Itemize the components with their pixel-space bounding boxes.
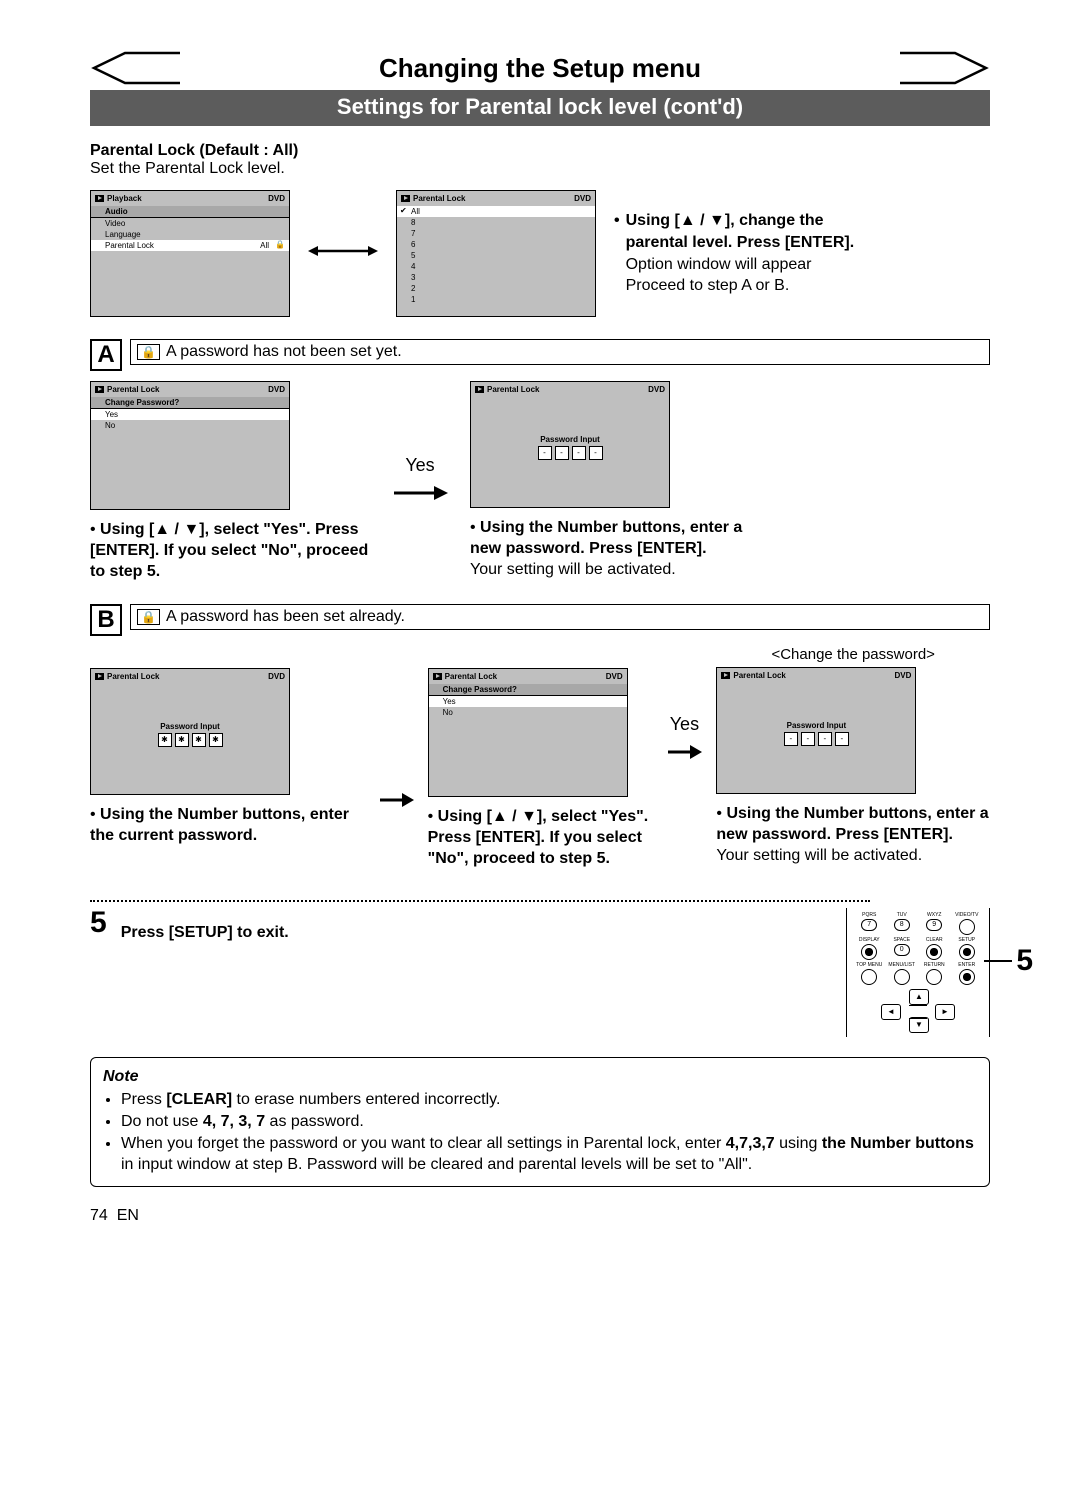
- play-icon: [95, 195, 104, 202]
- yes-label: Yes: [388, 455, 452, 476]
- play-icon: [475, 386, 484, 393]
- lock-icon: 🔒: [275, 240, 285, 249]
- osd-item: 2: [397, 283, 595, 294]
- arrow-right-icon: [374, 781, 418, 815]
- section-subtext: Set the Parental Lock level.: [90, 160, 990, 178]
- instruction-a-right: • Using the Number buttons, enter a new …: [470, 518, 750, 580]
- remote-button: [894, 969, 910, 985]
- remote-button: 8: [894, 919, 910, 931]
- page-footer: 74 EN: [90, 1207, 990, 1225]
- arrow-right-icon: [388, 474, 452, 508]
- letter-box-a: A: [90, 339, 122, 371]
- osd-item: No: [91, 420, 289, 431]
- instruction-a-left: • Using [▲ / ▼], select "Yes". Press [EN…: [90, 520, 370, 582]
- password-input-label: Password Input: [471, 435, 669, 444]
- arrow-right-icon: [662, 733, 706, 767]
- osd-item-selected: ✔All: [397, 206, 595, 217]
- remote-button: [926, 969, 942, 985]
- section-heading: Parental Lock (Default : All): [90, 142, 990, 160]
- osd-item: 3: [397, 272, 595, 283]
- banner-deco-right-icon: [900, 50, 990, 86]
- note-item: Do not use 4, 7, 3, 7 as password.: [121, 1111, 977, 1133]
- lock-icon: 🔒: [137, 344, 160, 360]
- osd-playback: Playback DVD Audio Video Language Parent…: [90, 190, 290, 317]
- osd-password-input: Parental Lock DVD Password Input - - - -: [470, 381, 670, 508]
- osd-password-input: Parental Lock DVD Password Input ✱ ✱ ✱ ✱: [90, 668, 290, 795]
- check-icon: ✔: [400, 206, 407, 215]
- play-icon: [721, 672, 730, 679]
- page-subtitle: Settings for Parental lock level (cont'd…: [90, 90, 990, 126]
- lead-line-icon: 5: [984, 946, 1033, 976]
- osd-title: Playback: [107, 194, 142, 203]
- letter-box-b: B: [90, 604, 122, 636]
- scenario-b-header: B 🔒 A password has been set already.: [90, 604, 990, 636]
- osd-item: Audio: [91, 206, 289, 218]
- yes-label: Yes: [662, 714, 706, 735]
- osd-item: 6: [397, 239, 595, 250]
- side-instruction: • Using [▲ / ▼], change the parental lev…: [614, 210, 874, 296]
- osd-item: Change Password?: [91, 397, 289, 409]
- osd-password-input: Parental Lock DVD Password Input - - - -: [716, 667, 916, 794]
- osd-badge: DVD: [574, 194, 591, 203]
- play-icon: [95, 386, 104, 393]
- osd-item: Language: [91, 229, 289, 240]
- osd-title: Parental Lock: [413, 194, 465, 203]
- change-password-caption: <Change the password>: [716, 646, 990, 663]
- osd-item-selected: Yes: [91, 409, 289, 420]
- remote-button: [959, 969, 975, 985]
- instruction-b2: • Using [▲ / ▼], select "Yes". Press [EN…: [428, 807, 653, 869]
- play-icon: [401, 195, 410, 202]
- remote-button: 9: [926, 919, 942, 931]
- remote-button: [861, 944, 877, 960]
- remote-button: 0: [894, 944, 910, 956]
- scenario-b-label: 🔒 A password has been set already.: [130, 604, 990, 630]
- osd-item-selected: Parental Lock All 🔒: [91, 240, 289, 251]
- double-arrow-icon: [308, 243, 378, 264]
- lock-icon: 🔒: [137, 609, 160, 625]
- instruction-b3: • Using the Number buttons, enter a new …: [716, 804, 990, 866]
- step5-text: Press [SETUP] to exit.: [121, 908, 832, 942]
- instruction-b1: • Using the Number buttons, enter the cu…: [90, 805, 364, 847]
- page-title: Changing the Setup menu: [90, 50, 990, 86]
- dpad-icon: ▲ ◄ ► ▼: [873, 989, 963, 1033]
- remote-button: [861, 969, 877, 985]
- step-number: 5: [90, 908, 107, 938]
- step5-row: 5 Press [SETUP] to exit. PQRS7 TUV8 WXYZ…: [90, 908, 990, 1037]
- scenario-a-header: A 🔒 A password has not been set yet.: [90, 339, 990, 371]
- osd-item: 7: [397, 228, 595, 239]
- osd-levels: Parental Lock DVD ✔All 8 7 6 5 4 3 2 1: [396, 190, 596, 317]
- osd-item: 4: [397, 261, 595, 272]
- remote-button: [959, 944, 975, 960]
- remote-diagram: PQRS7 TUV8 WXYZ9 VIDEO/TV DISPLAY SPACE0…: [846, 908, 990, 1037]
- banner-deco-left-icon: [90, 50, 180, 86]
- osd-item: 1: [397, 294, 595, 305]
- title-banner: Changing the Setup menu: [90, 50, 990, 86]
- osd-item: Video: [91, 218, 289, 229]
- scenario-a-label: 🔒 A password has not been set yet.: [130, 339, 990, 365]
- remote-button: [959, 919, 975, 935]
- dotted-divider: [90, 900, 870, 902]
- osd-badge: DVD: [268, 194, 285, 203]
- remote-button: 7: [861, 919, 877, 931]
- note-box: Note Press [CLEAR] to erase numbers ente…: [90, 1057, 990, 1187]
- osd-change-password: Parental Lock DVD Change Password? Yes N…: [90, 381, 290, 510]
- osd-change-password: Parental Lock DVD Change Password? Yes N…: [428, 668, 628, 797]
- osd-item: 8: [397, 217, 595, 228]
- note-item: When you forget the password or you want…: [121, 1133, 977, 1176]
- note-item: Press [CLEAR] to erase numbers entered i…: [121, 1089, 977, 1111]
- osd-item: 5: [397, 250, 595, 261]
- play-icon: [433, 673, 442, 680]
- remote-button: [926, 944, 942, 960]
- password-boxes: - - - -: [471, 446, 669, 460]
- top-row: Playback DVD Audio Video Language Parent…: [90, 190, 990, 317]
- note-title: Note: [103, 1066, 977, 1088]
- play-icon: [95, 673, 104, 680]
- scenario-b-row: Parental Lock DVD Password Input ✱ ✱ ✱ ✱: [90, 646, 990, 869]
